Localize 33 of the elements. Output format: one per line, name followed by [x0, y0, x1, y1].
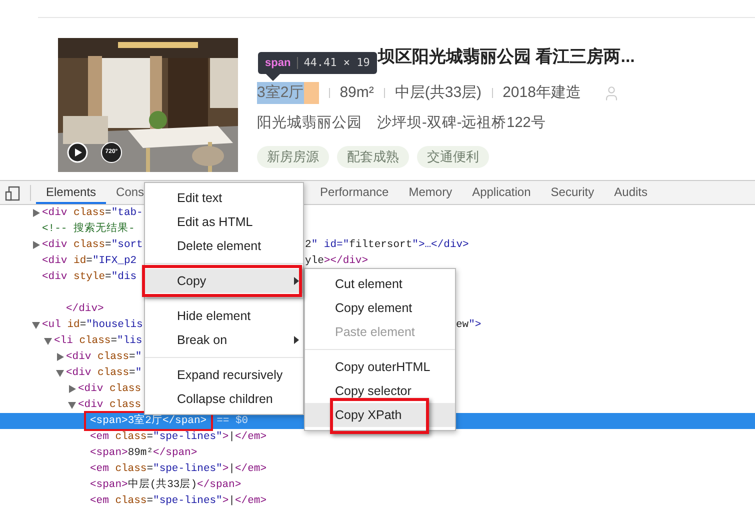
code-line: 2" id="filtersort">…</div> — [305, 238, 469, 253]
code-line: <div id="IFX_p2 — [42, 254, 137, 269]
feature-tag: 新房房源 — [257, 146, 329, 168]
address-text: 阳光城翡丽公园 — [257, 114, 362, 133]
listing-fact: 2018年建造 — [502, 82, 581, 103]
console-reference: == $0 — [216, 414, 248, 429]
code-line: ew"> — [456, 318, 482, 333]
code-line: <span>中层(共33层)</span> — [90, 477, 242, 493]
code-line: <div class=" — [66, 350, 142, 365]
code-line: <div class=" — [66, 366, 142, 381]
code-line: <ul id="houselis — [42, 318, 143, 333]
code-line: <li class="lis — [54, 334, 142, 349]
code-line: <em class="spe-lines">|</em> — [90, 462, 266, 477]
listing-fact: 3室2厅 — [257, 82, 304, 104]
code-line: </div> — [66, 302, 104, 317]
listing-fact: 中层(共33层) — [394, 82, 482, 103]
code-line: <div style="dis — [42, 270, 137, 285]
code-line: <div class="sort — [42, 238, 143, 253]
code-line: <span>3室2厅</span> — [90, 413, 207, 429]
code-line: <span>89m²</span> — [90, 446, 198, 461]
code-line: <div class — [78, 382, 142, 397]
code-line: <div class="tab- — [42, 206, 143, 221]
code-line: <em class="spe-lines">|</em> — [90, 494, 266, 509]
address-text: 沙坪坝-双碑-远祖桥122号 — [377, 114, 546, 133]
feature-tag: 配套成熟 — [337, 146, 409, 168]
feature-tag: 交通便利 — [417, 146, 489, 168]
tag-name: span — [265, 56, 291, 71]
code-line: <em class="spe-lines">|</em> — [90, 430, 266, 445]
code-line: yle></div> — [305, 254, 368, 269]
code-line: <div class — [78, 398, 142, 413]
code-line: <!-- 搜索无结果- — [42, 221, 135, 237]
element-size: 44.41 × 19 — [304, 54, 370, 71]
listing-fact: 89m² — [340, 82, 374, 103]
